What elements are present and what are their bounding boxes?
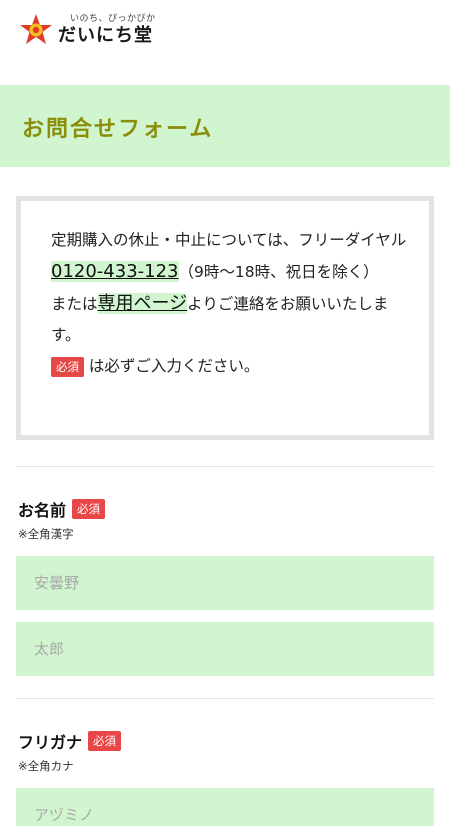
title-band: お問合せフォーム <box>0 85 450 167</box>
logo-tagline: いのち、ぴっかぴか <box>70 14 156 24</box>
notice-body: 定期購入の休止・中止については、フリーダイヤル 0120-433-123（9時〜1… <box>51 225 407 382</box>
notice-required-line: 必須 は必ずご入力ください。 <box>51 351 407 382</box>
logo-name: だいにち堂 <box>58 25 153 46</box>
phone-link[interactable]: 0120-433-123 <box>51 261 179 282</box>
name-label: お名前 <box>18 501 67 520</box>
required-note: は必ずご入力ください。 <box>84 357 260 375</box>
notice-paragraph-2: または専用ページよりご連絡をお願いいたします。 <box>51 288 407 351</box>
notice-line1-text: 定期購入の休止・中止については、フリーダイヤル <box>51 231 407 249</box>
notice-box: 定期購入の休止・中止については、フリーダイヤル 0120-433-123（9時〜1… <box>16 196 434 440</box>
logo-text: いのち、ぴっかぴか だいにち堂 <box>58 13 156 47</box>
furigana-label: フリガナ <box>18 733 83 752</box>
site-header: いのち、ぴっかぴか だいにち堂 <box>0 0 450 66</box>
furigana-note: ※全角カナ <box>18 759 74 773</box>
notice-paragraph-1: 定期購入の休止・中止については、フリーダイヤル 0120-433-123（9時〜1… <box>51 225 407 288</box>
notice-line1-suffix: （9時〜18時、祝日を除く） <box>178 263 379 281</box>
page: いのち、ぴっかぴか だいにち堂 お問合せフォーム 定期購入の休止・中止については… <box>0 0 450 826</box>
site-logo[interactable]: いのち、ぴっかぴか だいにち堂 <box>18 12 156 48</box>
name-note: ※全角漢字 <box>18 527 74 541</box>
divider <box>16 698 434 699</box>
last-name-input[interactable] <box>16 556 434 610</box>
furigana-required-badge: 必須 <box>88 731 122 751</box>
name-required-badge: 必須 <box>72 499 106 519</box>
name-label-row: お名前 必須 <box>18 497 106 521</box>
page-title: お問合せフォーム <box>22 117 214 142</box>
required-badge: 必須 <box>51 356 84 377</box>
last-name-kana-input[interactable] <box>16 788 434 826</box>
furigana-label-row: フリガナ 必須 <box>18 729 122 753</box>
first-name-input[interactable] <box>16 622 434 676</box>
notice-line2-prefix: または <box>51 295 98 313</box>
divider <box>16 466 434 467</box>
star-logo-icon <box>20 14 52 44</box>
support-page-link[interactable]: 専用ページ <box>97 293 188 314</box>
